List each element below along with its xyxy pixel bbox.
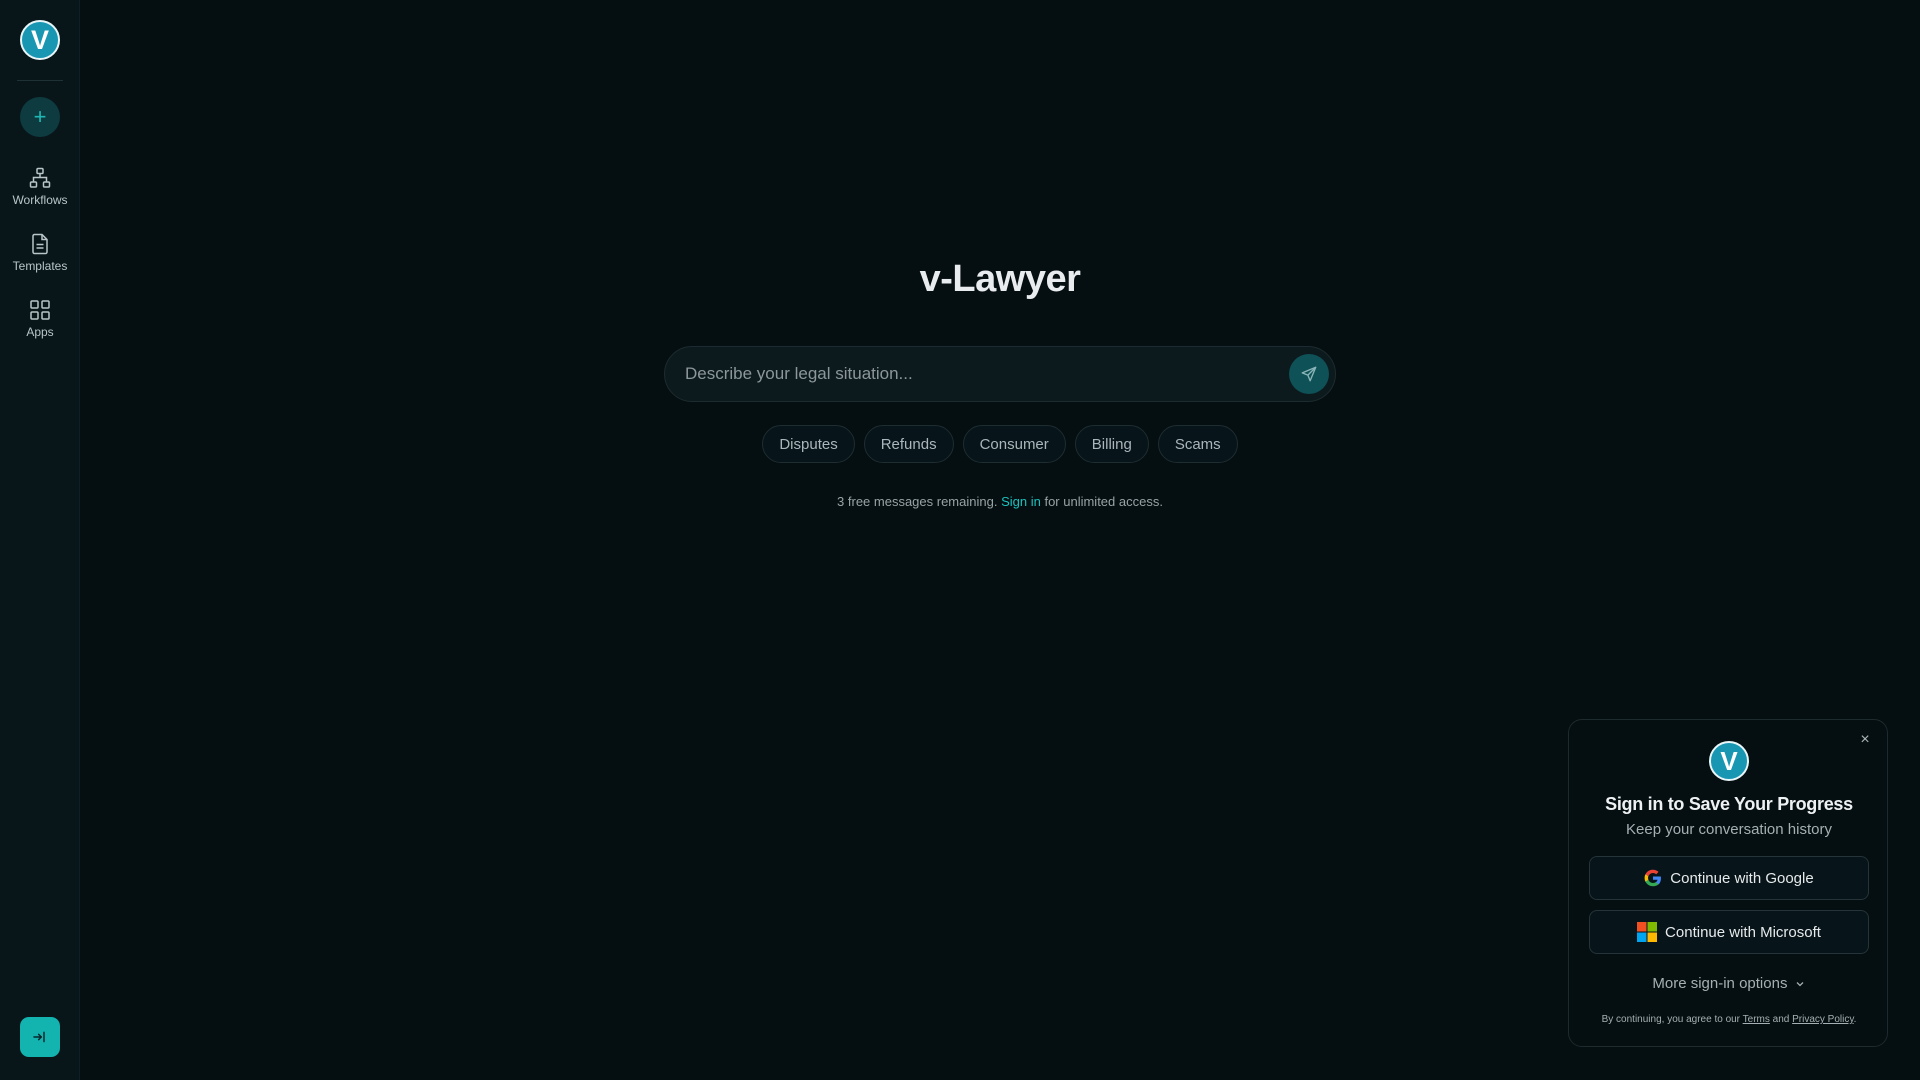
- sign-in-link[interactable]: Sign in: [1001, 494, 1041, 509]
- chevron-down-icon: [1796, 982, 1804, 987]
- more-sign-in-options[interactable]: More sign-in options: [1569, 975, 1889, 992]
- sidebar-item-workflows[interactable]: Workflows: [0, 166, 80, 220]
- google-button-label: Continue with Google: [1670, 869, 1814, 887]
- card-logo: V: [1709, 741, 1749, 781]
- chip-consumer[interactable]: Consumer: [962, 425, 1066, 463]
- workflow-icon: [29, 167, 51, 188]
- more-options-label: More sign-in options: [1652, 975, 1788, 992]
- google-icon: [1644, 869, 1662, 887]
- terms-suffix: .: [1853, 1014, 1857, 1025]
- grid-icon: [30, 300, 50, 320]
- page-title: v-Lawyer: [919, 258, 1081, 300]
- send-icon: [1301, 366, 1317, 382]
- plus-icon: +: [33, 104, 47, 129]
- card-subtitle: Keep your conversation history: [1626, 821, 1832, 838]
- send-button[interactable]: [1289, 354, 1329, 394]
- sign-in-card: × V Sign in to Save Your Progress Keep y…: [1568, 719, 1888, 1047]
- legal-situation-input[interactable]: [685, 347, 1265, 401]
- sidebar-divider: [17, 80, 63, 81]
- privacy-policy-link[interactable]: Privacy Policy: [1792, 1014, 1854, 1025]
- logo-letter: V: [30, 24, 49, 55]
- new-chat-button[interactable]: +: [20, 97, 60, 137]
- sidebar-item-templates[interactable]: Templates: [0, 232, 80, 286]
- continue-with-google-button[interactable]: Continue with Google: [1589, 856, 1869, 900]
- microsoft-button-label: Continue with Microsoft: [1665, 923, 1821, 941]
- sign-in-button[interactable]: [20, 1017, 60, 1057]
- sidebar-item-apps[interactable]: Apps: [0, 298, 80, 352]
- chip-refunds[interactable]: Refunds: [863, 425, 954, 463]
- chip-billing[interactable]: Billing: [1074, 425, 1149, 463]
- free-note-prefix: 3 free messages remaining.: [837, 494, 998, 509]
- card-title: Sign in to Save Your Progress: [1605, 794, 1853, 814]
- chip-disputes[interactable]: Disputes: [762, 425, 855, 463]
- sidebar-item-label: Workflows: [12, 193, 68, 207]
- free-note-suffix: for unlimited access.: [1044, 494, 1163, 509]
- terms-notice: By continuing, you agree to our Terms an…: [1569, 1014, 1889, 1025]
- logo-letter: V: [1720, 745, 1738, 776]
- sidebar: V + Workflows Templates Apps: [0, 0, 80, 1080]
- app-logo[interactable]: V: [20, 20, 60, 60]
- chip-scams[interactable]: Scams: [1157, 425, 1238, 463]
- terms-prefix: By continuing, you agree to our: [1601, 1014, 1741, 1025]
- topic-chips: Disputes Refunds Consumer Billing Scams: [0, 425, 1920, 465]
- close-icon[interactable]: ×: [1855, 730, 1875, 750]
- sign-in-icon: [33, 1031, 45, 1043]
- terms-link[interactable]: Terms: [1743, 1014, 1770, 1025]
- document-icon: [32, 233, 48, 255]
- sidebar-item-label: Templates: [12, 259, 68, 273]
- search-box: [664, 346, 1336, 402]
- sidebar-item-label: Apps: [26, 325, 54, 339]
- continue-with-microsoft-button[interactable]: Continue with Microsoft: [1589, 910, 1869, 954]
- microsoft-icon: [1637, 922, 1658, 942]
- terms-and: and: [1772, 1014, 1790, 1025]
- free-messages-note: 3 free messages remaining. Sign in for u…: [0, 494, 1920, 509]
